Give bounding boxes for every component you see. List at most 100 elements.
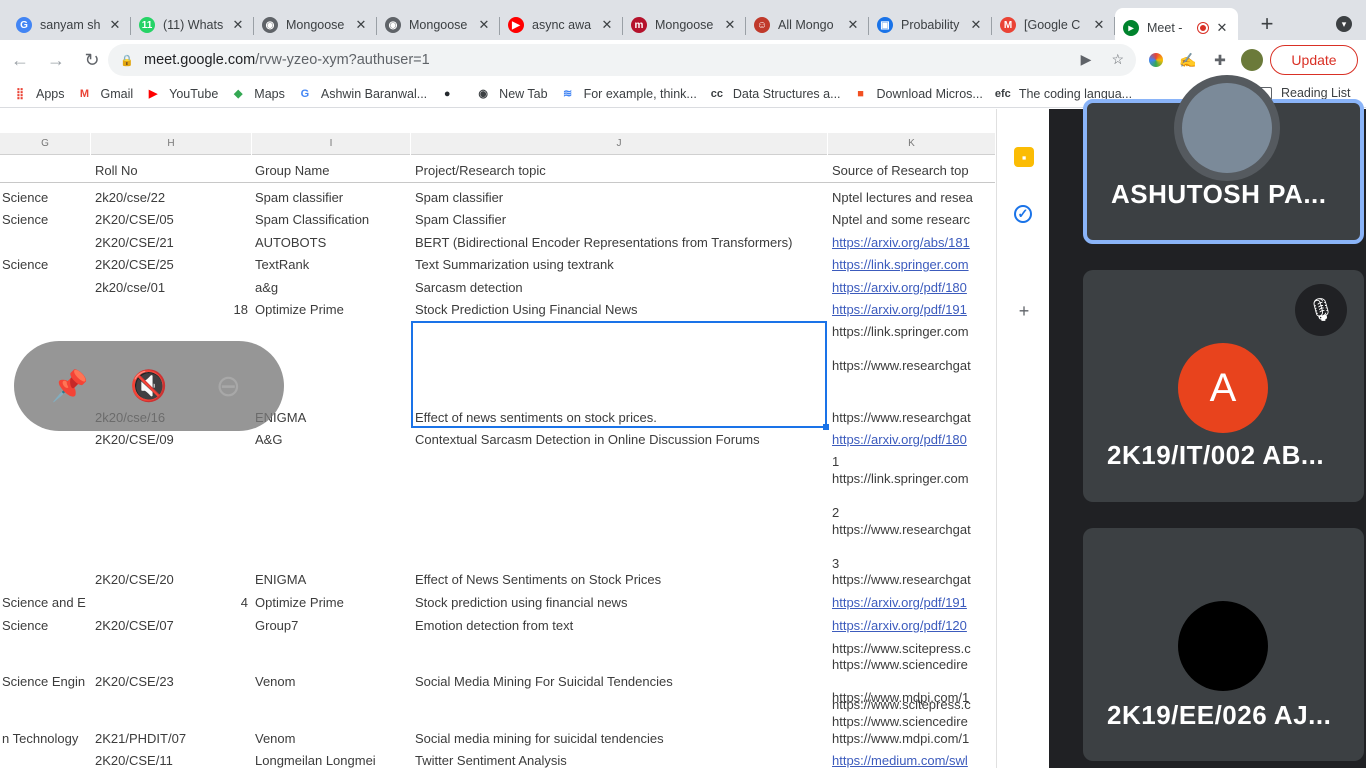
close-tab-icon[interactable]: ✕ xyxy=(230,17,246,33)
keep-icon[interactable]: ▪ xyxy=(1014,147,1034,167)
cell-topic[interactable]: BERT (Bidirectional Encoder Representati… xyxy=(415,234,825,252)
cell-source[interactable]: https://www.researchgat xyxy=(832,571,982,589)
cell-topic[interactable]: Effect of news sentiments on stock price… xyxy=(415,409,825,427)
reload-icon[interactable]: ↻ xyxy=(76,44,108,76)
cell-group-name[interactable]: AUTOBOTS xyxy=(255,234,409,252)
close-tab-icon[interactable]: ✕ xyxy=(107,17,123,33)
update-button[interactable]: Update xyxy=(1270,45,1358,75)
cell-roll-no[interactable]: 2K20/CSE/11 xyxy=(95,752,250,768)
cell-group-name[interactable]: a&g xyxy=(255,279,409,297)
cell-source[interactable]: https://www.researchgat xyxy=(832,357,982,375)
cell-source[interactable]: 1 xyxy=(832,453,982,471)
cell-source[interactable]: https://www.researchgat xyxy=(832,521,982,539)
cell-department[interactable]: n Technology xyxy=(2,730,90,748)
cell-topic[interactable]: Emotion detection from text xyxy=(415,617,825,635)
bookmark-item[interactable]: ⣿ Apps xyxy=(12,86,65,102)
cell-source[interactable]: https://arxiv.org/pdf/191 xyxy=(832,594,982,612)
unpin-icon[interactable]: 📌 xyxy=(47,363,93,409)
browser-tab[interactable]: 11 (11) Whats ✕ xyxy=(131,8,254,42)
cell-topic[interactable]: Text Summarization using textrank xyxy=(415,256,825,274)
cell-source[interactable]: https://arxiv.org/pdf/191 xyxy=(832,301,982,319)
cell-department[interactable]: Science xyxy=(2,617,90,635)
tasks-icon[interactable]: ✓ xyxy=(1014,205,1032,223)
cell-group-name[interactable]: ENIGMA xyxy=(255,409,409,427)
cell-source[interactable]: https://arxiv.org/pdf/180 xyxy=(832,431,982,449)
color-wheel-extension-icon[interactable] xyxy=(1146,50,1166,70)
cell-roll-no[interactable]: 2K20/CSE/20 xyxy=(95,571,250,589)
cell-group-name[interactable]: Spam Classification xyxy=(255,211,409,229)
cell-group-name[interactable]: Optimize Prime xyxy=(255,594,409,612)
new-tab-button[interactable]: + xyxy=(1252,9,1282,39)
browser-tab[interactable]: ▶ async awa ✕ xyxy=(500,8,623,42)
close-tab-icon[interactable]: ✕ xyxy=(845,17,861,33)
cell-roll-no[interactable]: 2K20/CSE/05 xyxy=(95,211,250,229)
cell-department[interactable]: Science and E xyxy=(2,594,90,612)
bookmark-item[interactable]: ◆ Maps xyxy=(230,86,285,102)
cell-roll-no[interactable]: 2K21/PHDIT/07 xyxy=(95,730,250,748)
cell-department[interactable]: Science xyxy=(2,189,90,207)
cell-source[interactable]: Nptel and some researc xyxy=(832,211,982,229)
cell-topic[interactable]: Social Media Mining For Suicidal Tendenc… xyxy=(415,673,825,691)
reading-list-button[interactable]: Reading List xyxy=(1258,86,1351,100)
cell-roll-no[interactable]: 2K20/CSE/23 xyxy=(95,673,250,691)
forward-arrow-icon[interactable]: → xyxy=(40,44,72,76)
cell-topic[interactable]: Stock prediction using financial news xyxy=(415,594,825,612)
camera-icon[interactable]: ▶ xyxy=(1081,51,1092,68)
cell-group-name[interactable]: ENIGMA xyxy=(255,571,409,589)
cell-group-name[interactable]: A&G xyxy=(255,431,409,449)
cell-roll-no[interactable]: 2K20/CSE/21 xyxy=(95,234,250,252)
cell-group-name[interactable]: Optimize Prime xyxy=(255,301,409,319)
puzzle-extensions-icon[interactable]: ✚ xyxy=(1210,50,1230,70)
cell-source[interactable]: https://www.mdpi.com/1 xyxy=(832,730,982,748)
bookmark-item[interactable]: ◉ New Tab xyxy=(475,86,547,102)
cell-source[interactable]: https://arxiv.org/abs/181 xyxy=(832,234,982,252)
cell-roll-no[interactable]: 2k20/cse/22 xyxy=(95,189,250,207)
add-addon-icon[interactable]: + xyxy=(1014,301,1034,321)
cell-source[interactable]: https://arxiv.org/pdf/120 xyxy=(832,617,982,635)
bookmark-item[interactable]: ▶ YouTube xyxy=(145,86,218,102)
cell-roll-no[interactable]: 2K20/CSE/25 xyxy=(95,256,250,274)
close-tab-icon[interactable]: ✕ xyxy=(1091,17,1107,33)
cell-topic[interactable]: Sarcasm detection xyxy=(415,279,825,297)
cell-group-name[interactable]: Spam classifier xyxy=(255,189,409,207)
cell-source[interactable]: https://arxiv.org/pdf/180 xyxy=(832,279,982,297)
minimize-icon[interactable]: ⊖ xyxy=(205,363,251,409)
close-tab-icon[interactable]: ✕ xyxy=(599,17,615,33)
browser-tab[interactable]: ◉ Mongoose ✕ xyxy=(377,8,500,42)
cell-topic[interactable]: Effect of News Sentiments on Stock Price… xyxy=(415,571,825,589)
cell-source[interactable]: https://medium.com/swl xyxy=(832,752,982,768)
cell-roll-no[interactable]: 2K20/CSE/09 xyxy=(95,431,250,449)
close-tab-icon[interactable]: ✕ xyxy=(1214,20,1230,36)
cell-topic[interactable]: Twitter Sentiment Analysis xyxy=(415,752,825,768)
cell-group-number[interactable]: 4 xyxy=(200,594,248,612)
bookmark-item[interactable]: G Ashwin Baranwal... xyxy=(297,86,428,102)
address-bar[interactable]: 🔒 meet.google.com/rvw-yzeo-xym?authuser=… xyxy=(108,44,1136,76)
cell-topic[interactable]: Spam classifier xyxy=(415,189,825,207)
browser-tab[interactable]: M [Google C ✕ xyxy=(992,8,1115,42)
cell-roll-no[interactable]: 2K20/CSE/07 xyxy=(95,617,250,635)
browser-tab[interactable]: ◉ Mongoose ✕ xyxy=(254,8,377,42)
bookmark-item[interactable]: ≋ For example, think... xyxy=(560,86,697,102)
extension-icon[interactable]: ✍ xyxy=(1178,50,1198,70)
bookmark-item[interactable]: cc Data Structures a... xyxy=(709,86,841,102)
cell-group-name[interactable]: Venom xyxy=(255,730,409,748)
cell-source[interactable]: https://www.researchgat xyxy=(832,409,982,427)
star-icon[interactable]: ☆ xyxy=(1111,51,1124,68)
tab-search-icon[interactable]: ▾ xyxy=(1336,16,1352,32)
cell-group-name[interactable]: Group7 xyxy=(255,617,409,635)
cell-group-name[interactable]: Venom xyxy=(255,673,409,691)
close-tab-icon[interactable]: ✕ xyxy=(968,17,984,33)
cell-source[interactable]: https://www.scitepress.c xyxy=(832,696,982,714)
bookmark-item[interactable]: ■ Download Micros... xyxy=(853,86,983,102)
cell-source[interactable]: https://www.sciencedire xyxy=(832,656,982,674)
cell-source[interactable]: https://www.sciencedire xyxy=(832,713,982,731)
cell-source[interactable]: 2 xyxy=(832,504,982,522)
bookmark-item[interactable]: ● xyxy=(439,86,463,102)
cell-source[interactable]: https://link.springer.com xyxy=(832,256,982,274)
browser-tab[interactable]: ▣ Probability ✕ xyxy=(869,8,992,42)
profile-avatar[interactable] xyxy=(1241,49,1263,71)
cell-department[interactable]: Science xyxy=(2,211,90,229)
cell-source[interactable]: Nptel lectures and resea xyxy=(832,189,982,207)
close-tab-icon[interactable]: ✕ xyxy=(353,17,369,33)
close-tab-icon[interactable]: ✕ xyxy=(722,17,738,33)
